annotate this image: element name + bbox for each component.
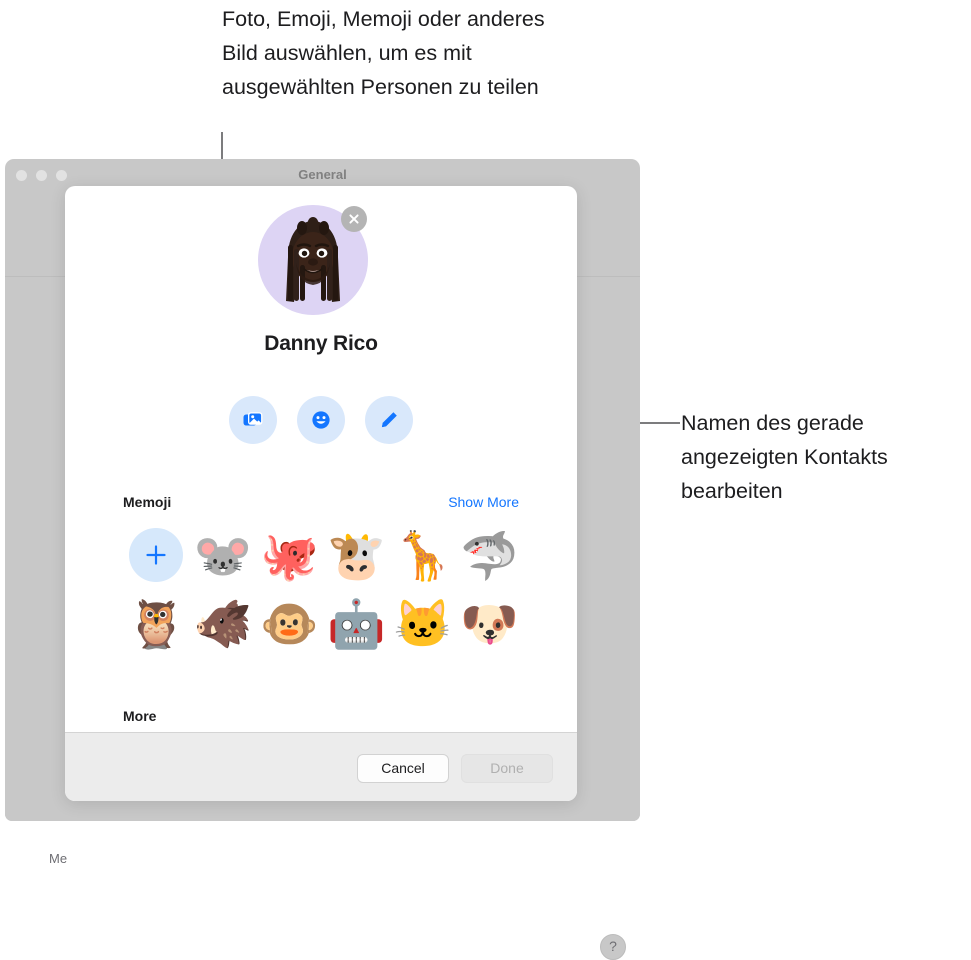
- memoji-option-octopus[interactable]: 🐙: [256, 524, 323, 586]
- memoji-section-header: Memoji Show More: [123, 494, 519, 510]
- avatar-picker-dialog: Danny Rico Memoji Show More 🐭 🐙 🐮 🦒 🦈 🦉 …: [65, 186, 577, 801]
- choose-emoji-button[interactable]: [297, 396, 345, 444]
- memoji-option-cat[interactable]: 🐱: [390, 592, 457, 654]
- photos-icon: [241, 408, 265, 432]
- memoji-option-dog[interactable]: 🐶: [456, 592, 523, 654]
- memoji-grid: 🐭 🐙 🐮 🦒 🦈 🦉 🐗 🐵 🤖 🐱 🐶: [123, 524, 523, 660]
- new-memoji-button[interactable]: [123, 524, 190, 586]
- window-bottom-panel: [5, 813, 640, 821]
- window-title: General: [298, 167, 347, 182]
- cancel-button[interactable]: Cancel: [357, 754, 449, 783]
- plus-icon: [129, 528, 184, 582]
- memoji-option-mouse[interactable]: 🐭: [190, 524, 257, 586]
- memoji-option-owl[interactable]: 🦉: [123, 592, 190, 654]
- memoji-option-shark[interactable]: 🦈: [456, 524, 523, 586]
- avatar[interactable]: [258, 205, 368, 315]
- memoji-option-giraffe[interactable]: 🦒: [390, 524, 457, 586]
- callout-text-right: Namen des gerade angezeigten Kontakts be…: [681, 411, 888, 503]
- help-button[interactable]: ?: [600, 934, 626, 960]
- more-section-title: More: [123, 708, 157, 724]
- memoji-section-title: Memoji: [123, 494, 172, 510]
- memoji-option-robot[interactable]: 🤖: [323, 592, 390, 654]
- show-more-link[interactable]: Show More: [448, 494, 519, 510]
- memoji-row: 🐭 🐙 🐮 🦒 🦈: [123, 524, 523, 586]
- contact-name: Danny Rico: [264, 332, 378, 355]
- memoji-option-boar[interactable]: 🐗: [190, 592, 257, 654]
- avatar-action-buttons: [65, 396, 577, 444]
- memoji-option-cow[interactable]: 🐮: [323, 524, 390, 586]
- pencil-icon: [377, 408, 401, 432]
- done-button: Done: [461, 754, 553, 783]
- close-icon[interactable]: [341, 206, 367, 232]
- smiley-icon: [309, 408, 333, 432]
- memoji-row: 🦉 🐗 🐵 🤖 🐱 🐶: [123, 592, 523, 654]
- edit-name-button[interactable]: [365, 396, 413, 444]
- dialog-footer: Cancel Done: [65, 732, 577, 801]
- callout-text-left: Foto, Emoji, Memoji oder anderes Bild au…: [222, 7, 545, 99]
- memoji-option-monkey[interactable]: 🐵: [256, 592, 323, 654]
- me-card-label: Me: [49, 851, 68, 866]
- choose-photo-button[interactable]: [229, 396, 277, 444]
